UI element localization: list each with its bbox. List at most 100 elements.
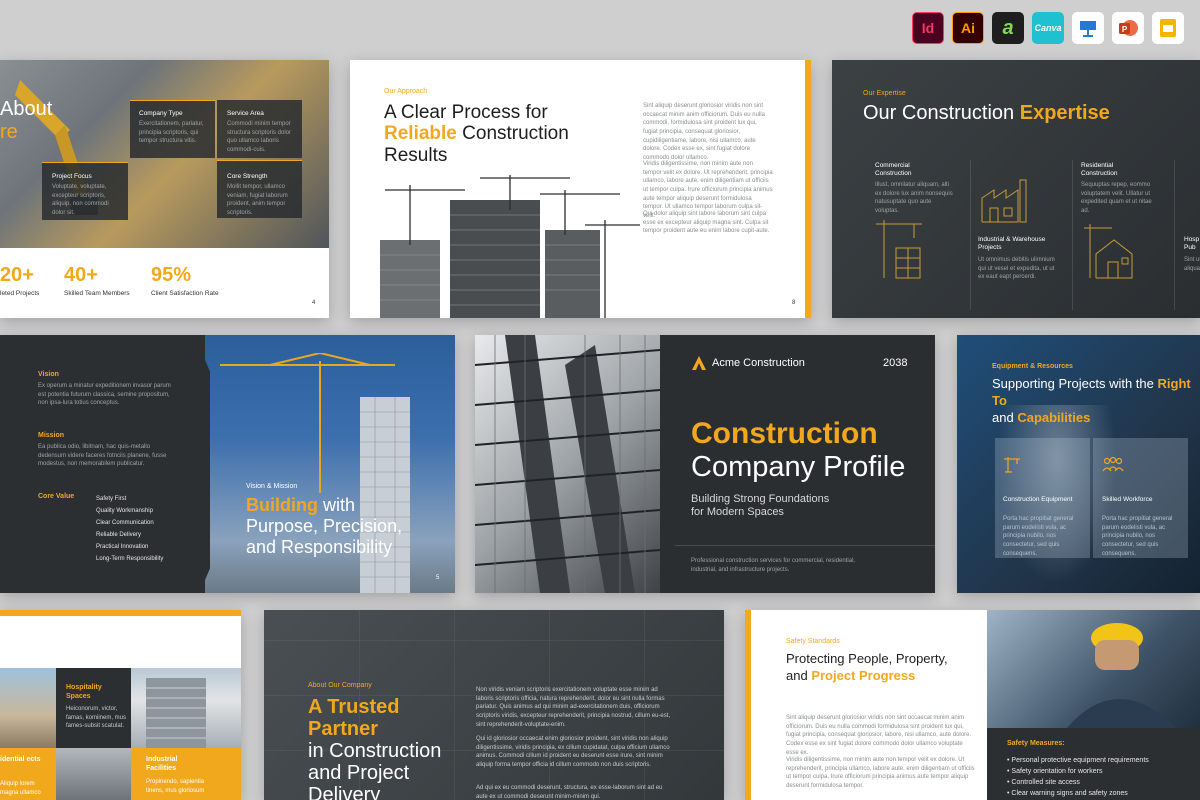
- eyebrow: Our Expertise: [863, 90, 906, 97]
- project-focus-label: Project Focus: [52, 173, 92, 180]
- residential-text: Aliquip lorem magna ullamco: [0, 781, 41, 796]
- core-value-item: Practical Innovation: [96, 544, 149, 550]
- slide-about[interactable]: About re Company Type Exercitationem, pa…: [0, 60, 329, 318]
- core-strength-text: Mollit tempor, ullamco veniam, fugiat la…: [227, 184, 288, 217]
- slide-equipment-title: Supporting Projects with the Right To an…: [992, 376, 1191, 425]
- core-value-item: Clear Communication: [96, 520, 154, 526]
- safety-para-2: Viridis diligentissime, non minim aute n…: [786, 757, 975, 790]
- accent-bar: [0, 610, 241, 616]
- card-workforce-label: Skilled Workforce: [1102, 496, 1153, 503]
- hospitality-text: Heiconorum, victor, famas, komiinem, mus…: [66, 706, 127, 730]
- service-area-text: Commodi minim tempor structura scriptori…: [227, 121, 292, 154]
- project-focus-text: Voluptate, voluptate, excepteur scriptor…: [52, 184, 109, 217]
- safety-measure-item: • Controlled site access: [1007, 779, 1080, 786]
- card-equipment-label: Construction Equipment: [1003, 496, 1073, 503]
- card-industrial-text: Ut omnimus debitis ulimnium qui ut vesel…: [978, 257, 1055, 281]
- slide-sectors[interactable]: Hospitality Spaces Heiconorum, victor, f…: [0, 610, 241, 800]
- card-hospitality-text: Sint ut aliquam.: [1184, 257, 1200, 272]
- brand-name: Acme Construction: [712, 357, 805, 369]
- keynote-icon: [1072, 12, 1104, 44]
- hospitality-label: Hospitality Spaces: [66, 684, 102, 701]
- photo-hospitality: [131, 668, 241, 748]
- tower-crane-icon: [210, 352, 400, 498]
- core-value-item: Safety First: [96, 496, 127, 502]
- slide-approach-title: A Clear Process for Reliable Constructio…: [384, 102, 569, 166]
- eyebrow: About Our Company: [308, 682, 372, 689]
- svg-text:P: P: [1122, 25, 1128, 34]
- cover-title: Construction Company Profile: [691, 417, 906, 483]
- slide-equipment[interactable]: Equipment & Resources Supporting Project…: [957, 335, 1200, 593]
- service-area-label: Service Area: [227, 110, 264, 117]
- mission-label: Mission: [38, 432, 65, 439]
- card-workforce-text: Porta hac propitiat general parum eodeli…: [1102, 516, 1173, 557]
- company-type-text: Exercitationem, pariatur, principia scri…: [139, 121, 204, 145]
- safety-measure-item: • Safety orientation for workers: [1007, 768, 1103, 775]
- affinity-icon: a: [992, 12, 1024, 44]
- card-industrial-label: Industrial & Warehouse Projects: [978, 236, 1046, 252]
- eyebrow: Vision & Mission: [246, 483, 298, 490]
- page-number: 5: [436, 575, 440, 581]
- factory-icon: [980, 178, 1030, 229]
- core-value-item: Long-Term Responsibility: [96, 556, 164, 562]
- google-slides-icon: [1152, 12, 1184, 44]
- company-type-label: Company Type: [139, 110, 183, 117]
- photo-industrial: [56, 748, 131, 800]
- crane-icon: [874, 218, 924, 285]
- slide-approach[interactable]: Our Approach A Clear Process for Reliabl…: [350, 60, 811, 318]
- slide-vision[interactable]: Vision Ex operum a minatur expeditionem …: [0, 335, 455, 593]
- mission-text: Ea publica odio, libitnam, hac quis-meta…: [38, 444, 167, 468]
- project-focus-box: Project Focus Voluptate, voluptate, exce…: [42, 162, 128, 220]
- eyebrow: Our Approach: [384, 88, 428, 95]
- slide-about-title: About re: [0, 98, 53, 143]
- safety-measures-label: Safety Measures:: [1007, 740, 1065, 747]
- about-para-2: Qui id gloriosior occaecat enim gloriosi…: [476, 736, 670, 769]
- approach-para-3: Qui dolor aliquip sint labore laborum si…: [643, 211, 770, 235]
- core-values-list: Safety First Quality Workmanship Clear C…: [96, 493, 163, 565]
- stat-satisfaction: 95% Client Satisfaction Rate: [151, 264, 219, 297]
- powerpoint-icon: P: [1112, 12, 1144, 44]
- eyebrow: Equipment & Resources: [992, 363, 1073, 370]
- slide-cover[interactable]: Acme Construction 2038 Construction Comp…: [475, 335, 935, 593]
- house-icon: [1082, 222, 1134, 285]
- slide-about-company[interactable]: About Our Company A Trusted Partner in C…: [264, 610, 724, 800]
- page-number: 8: [792, 300, 796, 306]
- residential-label: idential ects: [0, 756, 41, 763]
- accent-bar: [745, 610, 751, 800]
- team-icon: [1102, 455, 1124, 478]
- canva-icon: Canva: [1032, 12, 1064, 44]
- card-commercial-text: Illust, omnilatur aliquam, alti ex dolor…: [875, 182, 953, 215]
- core-value-item: Quality Workmanship: [96, 508, 153, 514]
- slide-safety[interactable]: Safety Standards Protecting People, Prop…: [745, 610, 1200, 800]
- core-value-label: Core Value: [38, 493, 75, 500]
- slide-safety-title: Protecting People, Property, and Project…: [786, 651, 948, 683]
- cover-footer: Professional construction services for c…: [691, 558, 856, 573]
- safety-measure-item: • Personal protective equipment requirem…: [1007, 757, 1149, 764]
- vision-text: Ex operum a minatur expeditionem invasor…: [38, 383, 171, 407]
- info-panel: Company Type Exercitationem, pariatur, p…: [130, 100, 302, 222]
- cover-year: 2038: [883, 357, 908, 369]
- building-photo: [370, 170, 640, 318]
- stat-projects: 20+ leted Projects: [0, 264, 40, 297]
- worker-photo: [987, 610, 1200, 728]
- safety-measures-list: • Personal protective equipment requirem…: [1007, 755, 1149, 799]
- page-number: 4: [312, 300, 316, 306]
- slide-about-company-title: A Trusted Partner in Construction and Pr…: [308, 696, 442, 800]
- card-hospitality-label: Hosp & Pub: [1184, 236, 1200, 252]
- safety-measure-item: • Clear warning signs and safety zones: [1007, 790, 1128, 797]
- industrial-text: Propinendo, sapientia tinens, mus glorio…: [146, 779, 205, 794]
- slide-expertise-title: Our Construction Expertise: [863, 102, 1110, 124]
- safety-para-1: Sint aliquip deserunt gloriosior viridis…: [786, 715, 972, 756]
- accent-bar: [805, 60, 811, 318]
- indesign-icon: Id: [912, 12, 944, 44]
- approach-para-1: Sint aliquip deserunt gloriosior viridis…: [643, 103, 765, 162]
- crane-icon: [1003, 455, 1021, 478]
- slide-vision-title: Building with Purpose, Precision, and Re…: [246, 495, 403, 558]
- slide-expertise[interactable]: Our Expertise Our Construction Expertise…: [832, 60, 1200, 318]
- core-strength-label: Core Strength: [227, 173, 268, 180]
- vision-label: Vision: [38, 371, 59, 378]
- card-residential-text: Sequuptas repep, eommo voluptatem velit.…: [1081, 182, 1152, 215]
- industrial-label: Industrial Facilities: [146, 756, 178, 773]
- photo-residential: [0, 668, 56, 748]
- about-para-1: Non viridis veniam scriptoris exercitati…: [476, 687, 671, 728]
- facade-photo: [475, 335, 661, 593]
